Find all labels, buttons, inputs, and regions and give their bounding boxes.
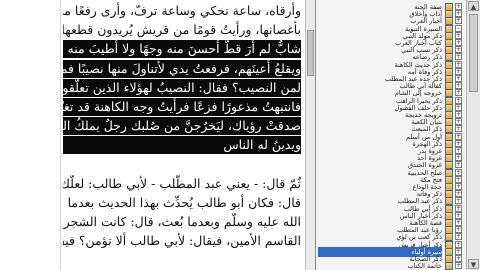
scroll-down-arrow-icon[interactable]: ▼ — [468, 259, 479, 269]
document-scroll-thumb[interactable] — [307, 30, 314, 76]
scroll-up-arrow-icon[interactable]: ▲ — [468, 1, 479, 11]
text-line: القاسم الأمين، فيقال: لأبي طالب ألا تؤمن… — [63, 233, 301, 249]
left-margin-panel — [0, 0, 61, 270]
text-line — [63, 156, 301, 174]
text-line: ثُمّ قال: - يعني عبد المطّلب - لأبي طالب… — [63, 175, 301, 191]
tree-item[interactable]: + خاتمة الكتاب — [316, 261, 466, 270]
highlighted-text-line: لمن النصيب؟ فقال: النصيبُ لهؤلاء الذين ت… — [63, 78, 301, 97]
text-line: وأرقاه، ساعة تحكي وساعة ترفّ، وأرى رفعًا… — [63, 3, 301, 18]
tree-scroll-thumb[interactable] — [469, 14, 478, 92]
chapter-tree-panel[interactable]: + صفة الجنة + آداب وأخلاق + أخبار العرب - السير… — [315, 0, 466, 270]
tree-item-label: خاتمة الكتاب — [407, 262, 442, 270]
text-line — [63, 252, 301, 270]
highlighted-text-line: فانتبهتُ مذعورًا فزعًا فرأيتُ وجه الكاهن… — [63, 98, 301, 116]
book-icon — [445, 262, 453, 270]
text-line: الله عليه وسلّم وبعدما بُعث، قال: كانت ا… — [63, 214, 301, 230]
highlighted-text-line: ويدينُ له الناس — [63, 136, 301, 155]
text-line: بأغصانها، ورأيتُ قومًا من قريش يُريدون ق… — [63, 22, 301, 38]
highlighted-text-line: صدقتْ رؤياك، ليَخرُجنَّ من صُلبك رجلٌ يم… — [63, 117, 301, 136]
text-line: قال: فكان أبو طالب يُحدِّث بهذا الحديث ب… — [63, 195, 301, 210]
expand-toggle-icon[interactable]: + — [455, 262, 462, 270]
tree-scrollbar[interactable]: ▲ ▼ — [466, 0, 480, 270]
highlighted-text-line: شابٌّ لم أرَ قطُّ أحسنَ منه وجهًا ولا أط… — [63, 40, 301, 59]
document-scrollbar[interactable] — [305, 0, 315, 270]
highlighted-text-line: ويقلعُ أعينَهم، فرفعتُ يدي لأتناولَ منها… — [63, 59, 301, 78]
document-page[interactable]: وأرقاه، ساعة تحكي وساعة ترفّ، وأرى رفعًا… — [61, 0, 305, 270]
